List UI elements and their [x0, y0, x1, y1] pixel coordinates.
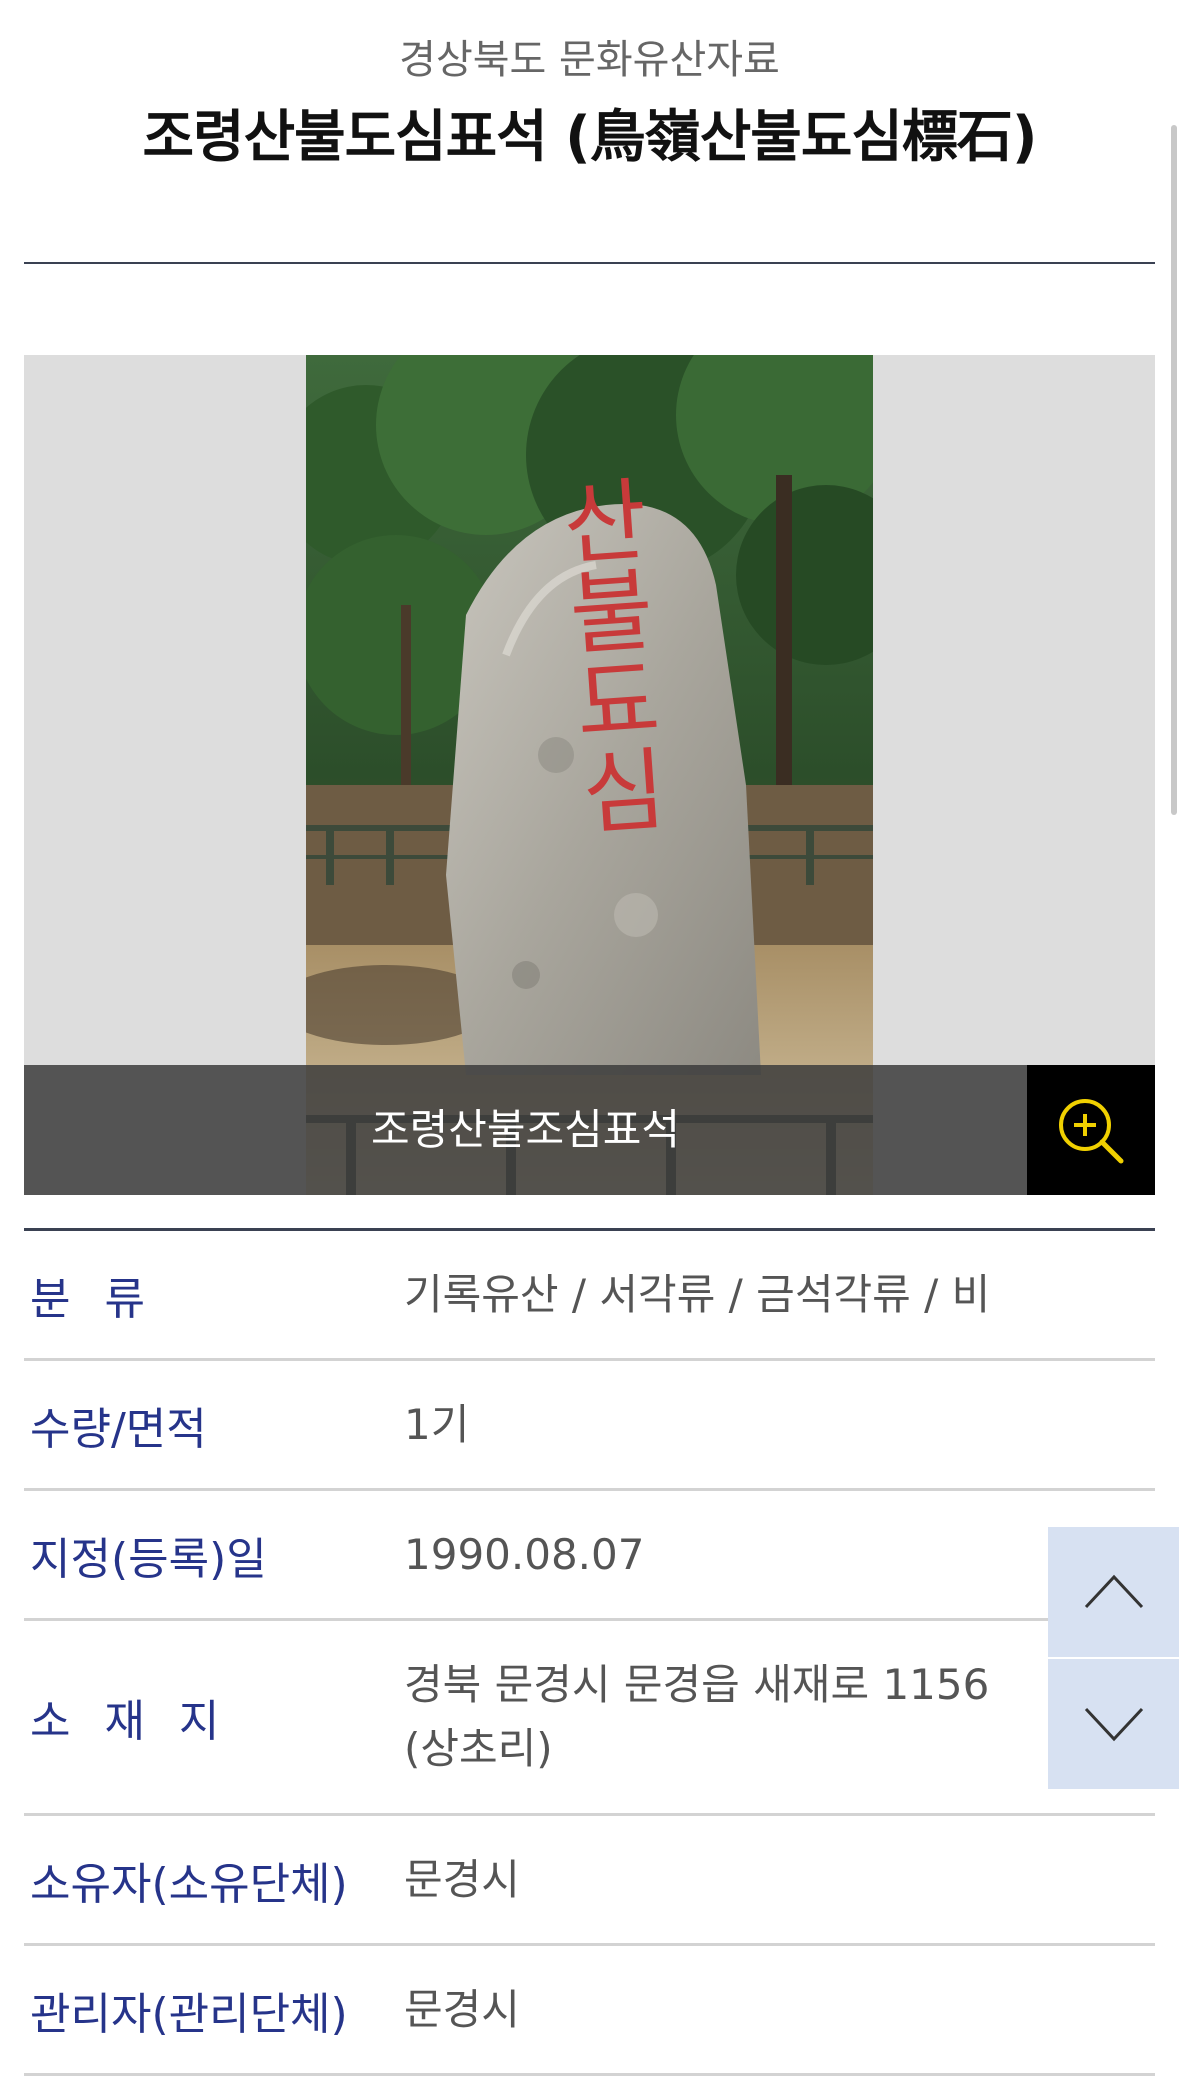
detail-row-designation-date: 지정(등록)일 1990.08.07	[24, 1491, 1155, 1621]
scrollbar-thumb[interactable]	[1171, 125, 1177, 815]
zoom-in-icon	[1059, 1099, 1124, 1164]
photo-caption: 조령산불조심표석	[370, 1105, 681, 1154]
chevron-down-icon	[1084, 1707, 1144, 1742]
detail-label: 수량/면적	[30, 1403, 207, 1455]
detail-label: 소 재 지	[30, 1696, 230, 1747]
chevron-up-icon	[1084, 1574, 1144, 1609]
detail-label: 지정(등록)일	[30, 1533, 267, 1585]
detail-row-owner: 소유자(소유단체) 문경시	[24, 1816, 1155, 1946]
details-table: 분 류 기록유산 / 서각류 / 금석각류 / 비 수량/면적 1기 지정(등록…	[24, 1228, 1155, 2076]
detail-value: 1990.08.07	[404, 1529, 645, 1579]
detail-row-manager: 관리자(관리단체) 문경시	[24, 1946, 1155, 2076]
detail-label: 분 류	[30, 1273, 155, 1325]
scroll-up-button[interactable]	[1048, 1527, 1179, 1657]
detail-value: 기록유산 / 서각류 / 금석각류 / 비	[404, 1269, 991, 1319]
detail-value: 문경시	[404, 1984, 520, 2034]
detail-label: 소유자(소유단체)	[30, 1858, 348, 1910]
title-divider	[24, 262, 1155, 264]
heritage-category: 경상북도 문화유산자료	[399, 37, 780, 83]
detail-row-quantity: 수량/면적 1기	[24, 1361, 1155, 1491]
photo-gallery: 산불됴심 조령산불조심표석	[24, 355, 1155, 1195]
detail-value: 문경시	[404, 1854, 520, 1904]
zoom-button[interactable]	[1027, 1065, 1155, 1195]
page-title: 조령산불도심표석 (鳥嶺산불됴심標石)	[142, 105, 1038, 170]
detail-label: 관리자(관리단체)	[30, 1988, 348, 2040]
scroll-down-button[interactable]	[1048, 1659, 1179, 1789]
detail-row-classification: 분 류 기록유산 / 서각류 / 금석각류 / 비	[24, 1231, 1155, 1361]
photo-caption-bar: 조령산불조심표석	[24, 1065, 1155, 1195]
detail-row-location: 소 재 지 경북 문경시 문경읍 새재로 1156 (상초리)	[24, 1621, 1155, 1816]
detail-value: 경북 문경시 문경읍 새재로 1156 (상초리)	[404, 1660, 990, 1773]
detail-value: 1기	[404, 1399, 470, 1449]
